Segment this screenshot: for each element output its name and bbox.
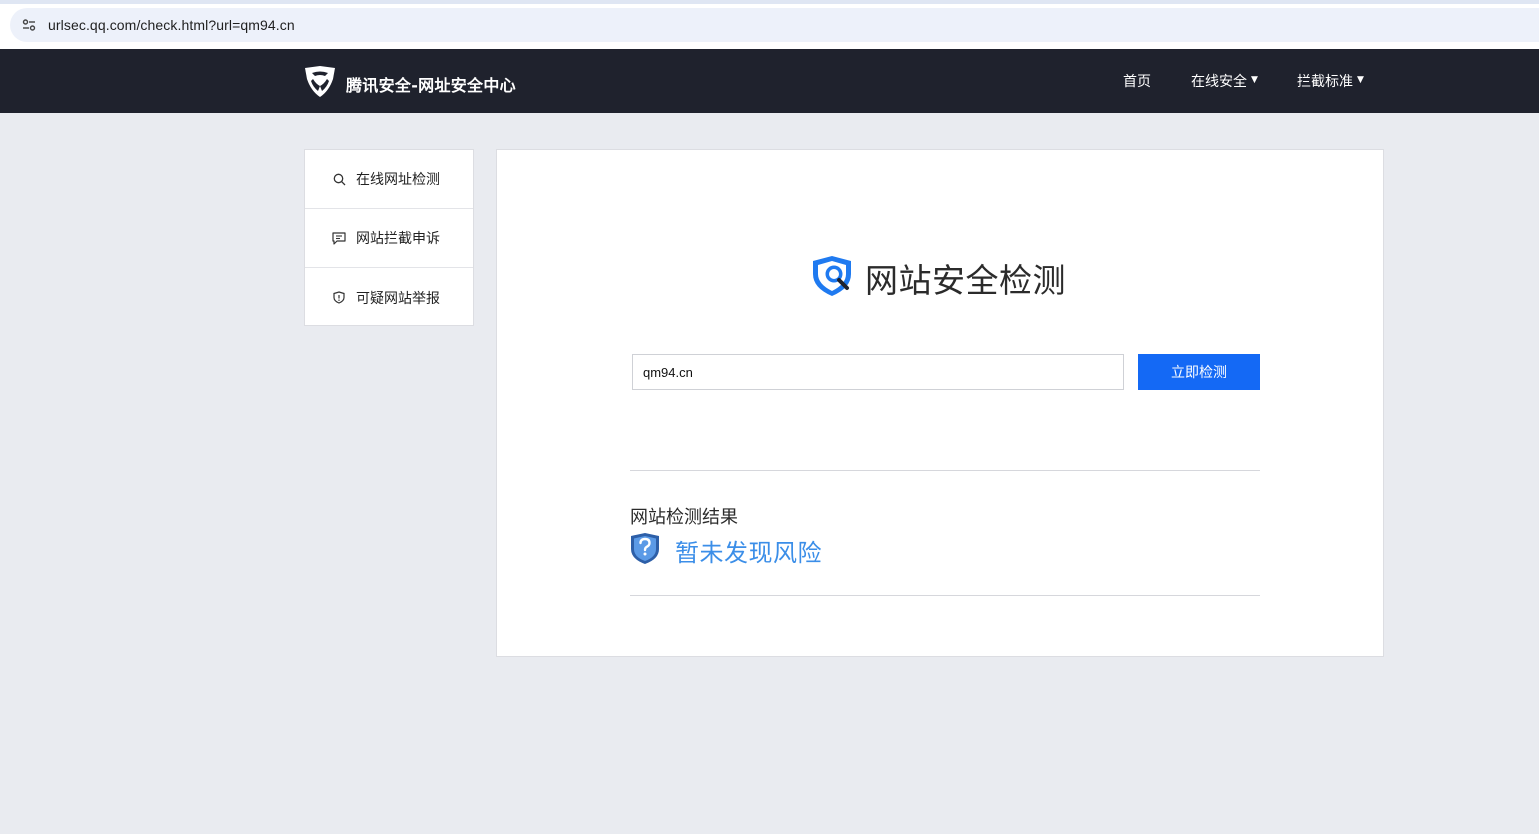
url-input[interactable] [632,354,1124,390]
sidebar-item-url-check[interactable]: 在线网址检测 [305,150,473,209]
logo[interactable]: 腾讯安全-网址安全中心 [303,65,516,102]
sidebar-item-appeal[interactable]: 网站拦截申诉 [305,209,473,268]
address-bar[interactable]: urlsec.qq.com/check.html?url=qm94.cn [10,8,1539,42]
sidebar-item-label: 网站拦截申诉 [356,231,440,247]
sidebar-item-label: 在线网址检测 [356,172,440,188]
title-text: 网站安全检测 [865,261,1066,300]
nav-block-standard-label: 拦截标准 [1297,74,1353,90]
check-now-button[interactable]: 立即检测 [1138,354,1260,390]
search-icon [332,172,346,186]
nav-online-security-label: 在线安全 [1191,74,1247,90]
caret-down-icon: ▼ [1357,75,1364,85]
status-text: 暂未发现风险 [675,539,822,567]
result-label: 网站检测结果 [630,507,738,528]
page-title: 网站安全检测 [810,254,1066,302]
nav-home-label: 首页 [1123,74,1151,90]
sidebar: 在线网址检测 网站拦截申诉 可疑网站举报 [304,149,474,326]
check-card: 网站安全检测 立即检测 网站检测结果 暂未发现风险 [496,149,1384,657]
nav-home[interactable]: 首页 [1123,49,1151,113]
url-text[interactable]: urlsec.qq.com/check.html?url=qm94.cn [48,17,295,33]
message-icon [332,231,346,245]
tune-icon[interactable] [19,15,39,35]
divider [630,470,1260,471]
shield-search-icon [810,254,855,302]
nav-block-standard[interactable]: 拦截标准 ▼ [1297,49,1364,113]
nav-online-security[interactable]: 在线安全 ▼ [1191,49,1258,113]
site-header: 腾讯安全-网址安全中心 首页 在线安全 ▼ 拦截标准 ▼ [0,49,1539,113]
sidebar-item-label: 可疑网站举报 [356,290,440,307]
sidebar-item-report[interactable]: 可疑网站举报 [305,268,473,327]
caret-down-icon: ▼ [1251,75,1258,85]
result-status: 暂未发现风险 [630,532,822,569]
tencent-security-shield-icon [303,65,337,102]
browser-top-edge [0,0,1539,4]
divider [630,595,1260,596]
brand-name: 腾讯安全-网址安全中心 [346,75,516,95]
shield-icon [332,291,346,305]
shield-question-icon [630,532,660,569]
